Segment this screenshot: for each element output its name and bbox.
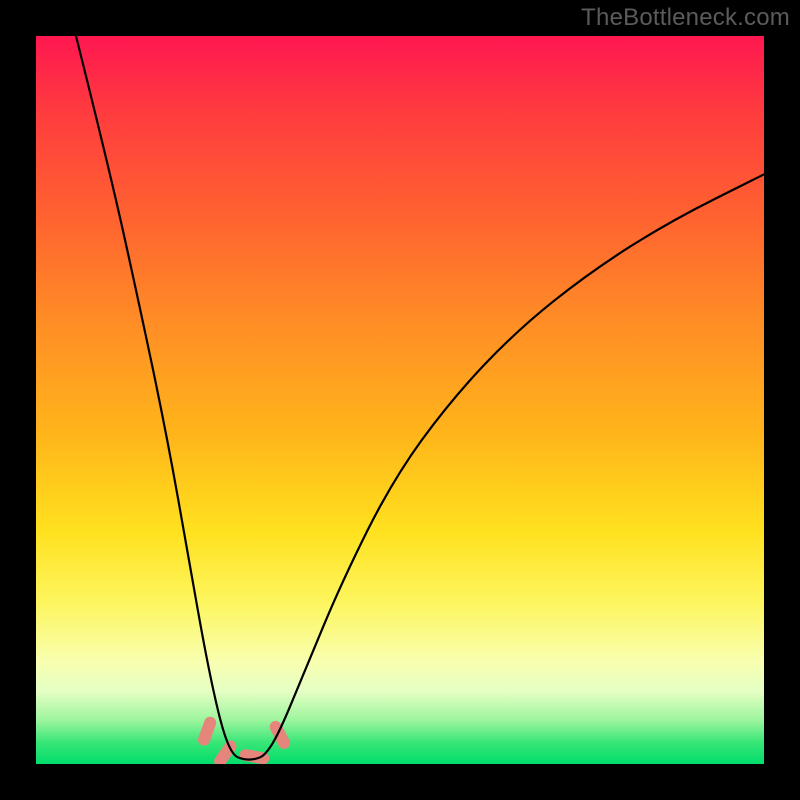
bottleneck-curve	[76, 36, 764, 760]
watermark-text: TheBottleneck.com	[581, 4, 790, 32]
chart-frame: TheBottleneck.com	[0, 0, 800, 800]
trough-marker	[196, 715, 218, 747]
trough-markers	[196, 715, 292, 764]
plot-area	[36, 36, 764, 764]
trough-marker	[212, 738, 239, 764]
trough-marker	[239, 748, 271, 764]
curve-svg	[36, 36, 764, 764]
